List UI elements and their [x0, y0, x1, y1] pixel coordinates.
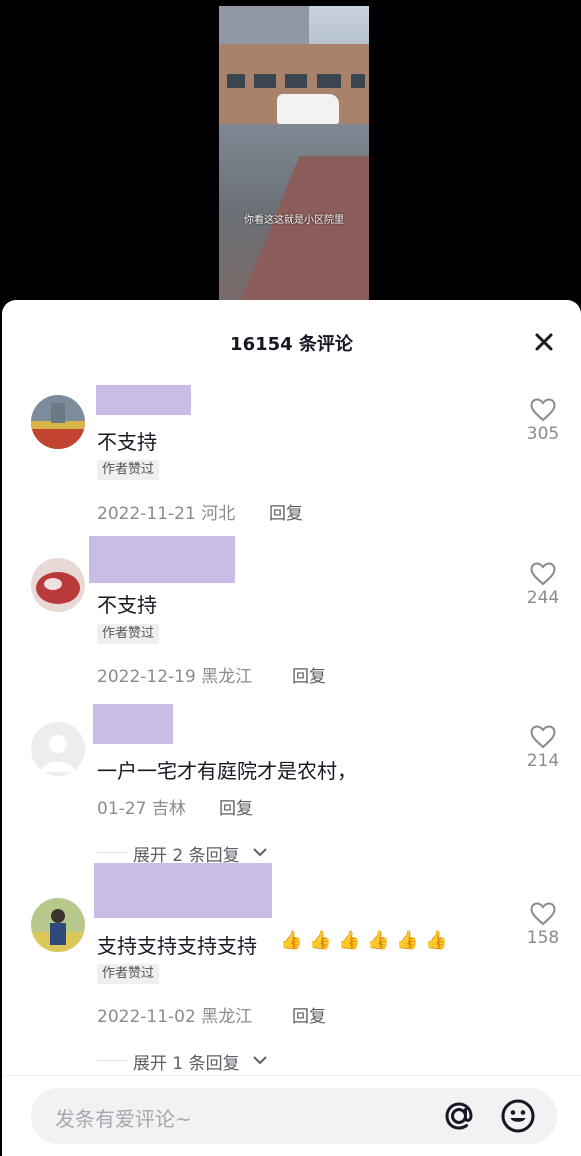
thumbs-up-icon: 👍: [309, 930, 332, 951]
comment-region: 黑龙江: [201, 1007, 253, 1027]
avatar-image: [31, 558, 85, 612]
like-count: 214: [526, 751, 560, 771]
like-count: 305: [526, 424, 560, 444]
comment-item: 支持支持支持支持 👍 👍 👍 👍 👍 👍 作者赞过 2022-11-02 黑龙江 回复 1…: [2, 863, 581, 1075]
comment-text: 不支持: [97, 430, 157, 454]
expand-replies-label: 展开 1 条回复: [133, 1054, 240, 1074]
comment-meta: 2022-11-02 黑龙江: [97, 1002, 252, 1027]
thumbs-up-icon: 👍: [425, 930, 448, 951]
username-redacted[interactable]: [93, 704, 173, 744]
comment-input-bar: 发条有爱评论~: [2, 1075, 581, 1156]
at-icon[interactable]: [441, 1098, 477, 1134]
reply-button[interactable]: 回复: [292, 1002, 326, 1027]
heart-icon: [530, 725, 556, 749]
thumbs-up-icon: 👍: [280, 930, 303, 951]
comment-input-placeholder: 发条有爱评论~: [55, 1107, 192, 1131]
thumbs-up-icon: 👍: [367, 930, 390, 951]
close-button[interactable]: [532, 330, 556, 354]
expand-divider: [97, 852, 127, 853]
comment-text: 支持支持支持支持: [97, 930, 257, 959]
comment-meta: 2022-12-19 黑龙江: [97, 662, 252, 687]
expand-divider: [97, 1060, 127, 1061]
comment-region: 黑龙江: [201, 667, 253, 687]
comment-item: 不支持 作者赞过 2022-12-19 黑龙江 回复 244: [2, 536, 581, 696]
comment-meta: 01-27 吉林: [97, 794, 186, 819]
like-count: 158: [526, 928, 560, 948]
comment-text-body: 支持支持支持支持: [97, 934, 257, 958]
avatar[interactable]: [31, 898, 85, 952]
close-icon: [535, 333, 553, 351]
thumbs-up-icon: 👍: [338, 930, 361, 951]
author-liked-badge: 作者赞过: [97, 460, 160, 480]
like-button[interactable]: 244: [522, 562, 564, 608]
comment-meta: 2022-11-21 河北: [97, 499, 235, 524]
comment-date: 2022-11-02: [97, 1007, 196, 1027]
reply-button[interactable]: 回复: [292, 662, 326, 687]
avatar[interactable]: [31, 395, 85, 449]
heart-icon: [530, 562, 556, 586]
like-button[interactable]: 305: [522, 398, 564, 444]
username-redacted[interactable]: [94, 863, 272, 918]
username-redacted[interactable]: [96, 385, 191, 415]
comment-text: 不支持: [97, 593, 157, 617]
comment-text: 一户一宅才有庭院才是农村，: [97, 759, 357, 783]
comment-sheet: 16154 条评论 不支持 作者赞过 2022-11-21 河北 回复 305 …: [2, 300, 581, 1156]
video-preview[interactable]: 你看这这就是小区院里: [219, 6, 369, 306]
avatar[interactable]: [31, 722, 85, 776]
comment-date: 2022-11-21: [97, 504, 196, 524]
like-button[interactable]: 214: [522, 725, 564, 771]
chevron-down-icon: [253, 848, 267, 857]
video-caption: 你看这这就是小区院里: [244, 215, 344, 226]
username-redacted[interactable]: [89, 536, 235, 583]
comment-date: 2022-12-19: [97, 667, 196, 687]
comment-count-title: 16154 条评论: [230, 334, 353, 355]
comment-input[interactable]: 发条有爱评论~: [31, 1088, 557, 1144]
thumbs-up-icon: 👍: [396, 930, 419, 951]
expand-replies-button[interactable]: 展开 1 条回复: [97, 1049, 277, 1074]
chevron-down-icon: [253, 1056, 267, 1065]
author-liked-badge: 作者赞过: [97, 964, 160, 984]
heart-icon: [530, 398, 556, 422]
default-avatar-icon: [31, 722, 85, 776]
like-count: 244: [526, 588, 560, 608]
expand-replies-button[interactable]: 展开 2 条回复: [97, 841, 277, 866]
avatar-image: [31, 898, 85, 952]
comment-date: 01-27: [97, 799, 147, 819]
comment-region: 河北: [201, 504, 236, 524]
avatar-image: [31, 395, 85, 449]
author-liked-badge: 作者赞过: [97, 624, 160, 644]
comment-region: 吉林: [151, 799, 186, 819]
like-button[interactable]: 158: [522, 902, 564, 948]
comment-item: 不支持 作者赞过 2022-11-21 河北 回复 305: [2, 385, 581, 535]
emoji-icon[interactable]: [500, 1098, 536, 1134]
video-van: [277, 94, 339, 124]
heart-icon: [530, 902, 556, 926]
avatar[interactable]: [31, 558, 85, 612]
reply-button[interactable]: 回复: [269, 499, 303, 524]
reply-button[interactable]: 回复: [219, 794, 253, 819]
thumbs-up-emoji-row: 👍 👍 👍 👍 👍 👍: [280, 930, 454, 951]
comment-item: 一户一宅才有庭院才是农村， 01-27 吉林 回复 214 展开 2 条回复: [2, 704, 581, 869]
